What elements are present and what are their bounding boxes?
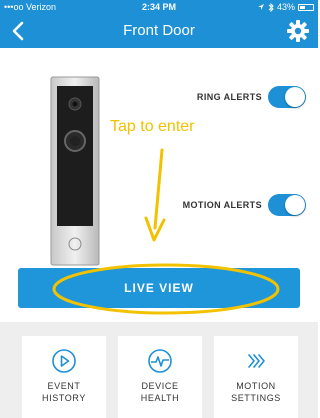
pulse-icon (148, 349, 172, 373)
nav-bar: Front Door (0, 14, 318, 48)
event-history-label-2: HISTORY (42, 393, 86, 403)
motion-settings-label-2: SETTINGS (231, 393, 281, 403)
ring-alerts-label: RING ALERTS (196, 92, 262, 102)
device-health-label-1: DEVICE (141, 381, 179, 391)
motion-waves-icon (248, 354, 265, 368)
battery-fill (300, 5, 305, 9)
ring-alerts-toggle[interactable] (268, 86, 306, 108)
doorbell-image (50, 76, 100, 266)
page-title: Front Door (123, 22, 195, 39)
motion-settings-tile[interactable]: MOTION SETTINGS (214, 336, 298, 418)
status-right: 43% (257, 0, 314, 14)
annotation-text: Tap to enter (110, 118, 195, 135)
location-icon (257, 4, 264, 10)
event-history-tile[interactable]: EVENT HISTORY (22, 336, 106, 418)
bluetooth-icon (268, 2, 274, 12)
gear-icon[interactable] (286, 19, 310, 43)
motion-alerts-label: MOTION ALERTS (182, 200, 262, 210)
ring-alerts-row: RING ALERTS (197, 86, 306, 108)
status-bar: •••oo Verizon 2:34 PM 43% (0, 0, 318, 14)
device-health-tile[interactable]: DEVICE HEALTH (118, 336, 202, 418)
action-tray: EVENT HISTORY DEVICE HEALTH MOTION SETTI… (0, 322, 318, 418)
event-history-label-1: EVENT (47, 381, 81, 391)
motion-settings-label-1: MOTION (236, 381, 276, 391)
motion-alerts-row: MOTION ALERTS (183, 194, 306, 216)
toggle-knob (285, 87, 305, 107)
play-circle-icon (52, 349, 76, 373)
battery-percent: 43% (276, 2, 295, 12)
motion-alerts-toggle[interactable] (268, 194, 306, 216)
battery-icon (298, 3, 314, 11)
device-health-label-2: HEALTH (140, 393, 180, 403)
live-view-button[interactable]: LIVE VIEW (18, 268, 300, 308)
toggle-knob (285, 195, 305, 215)
